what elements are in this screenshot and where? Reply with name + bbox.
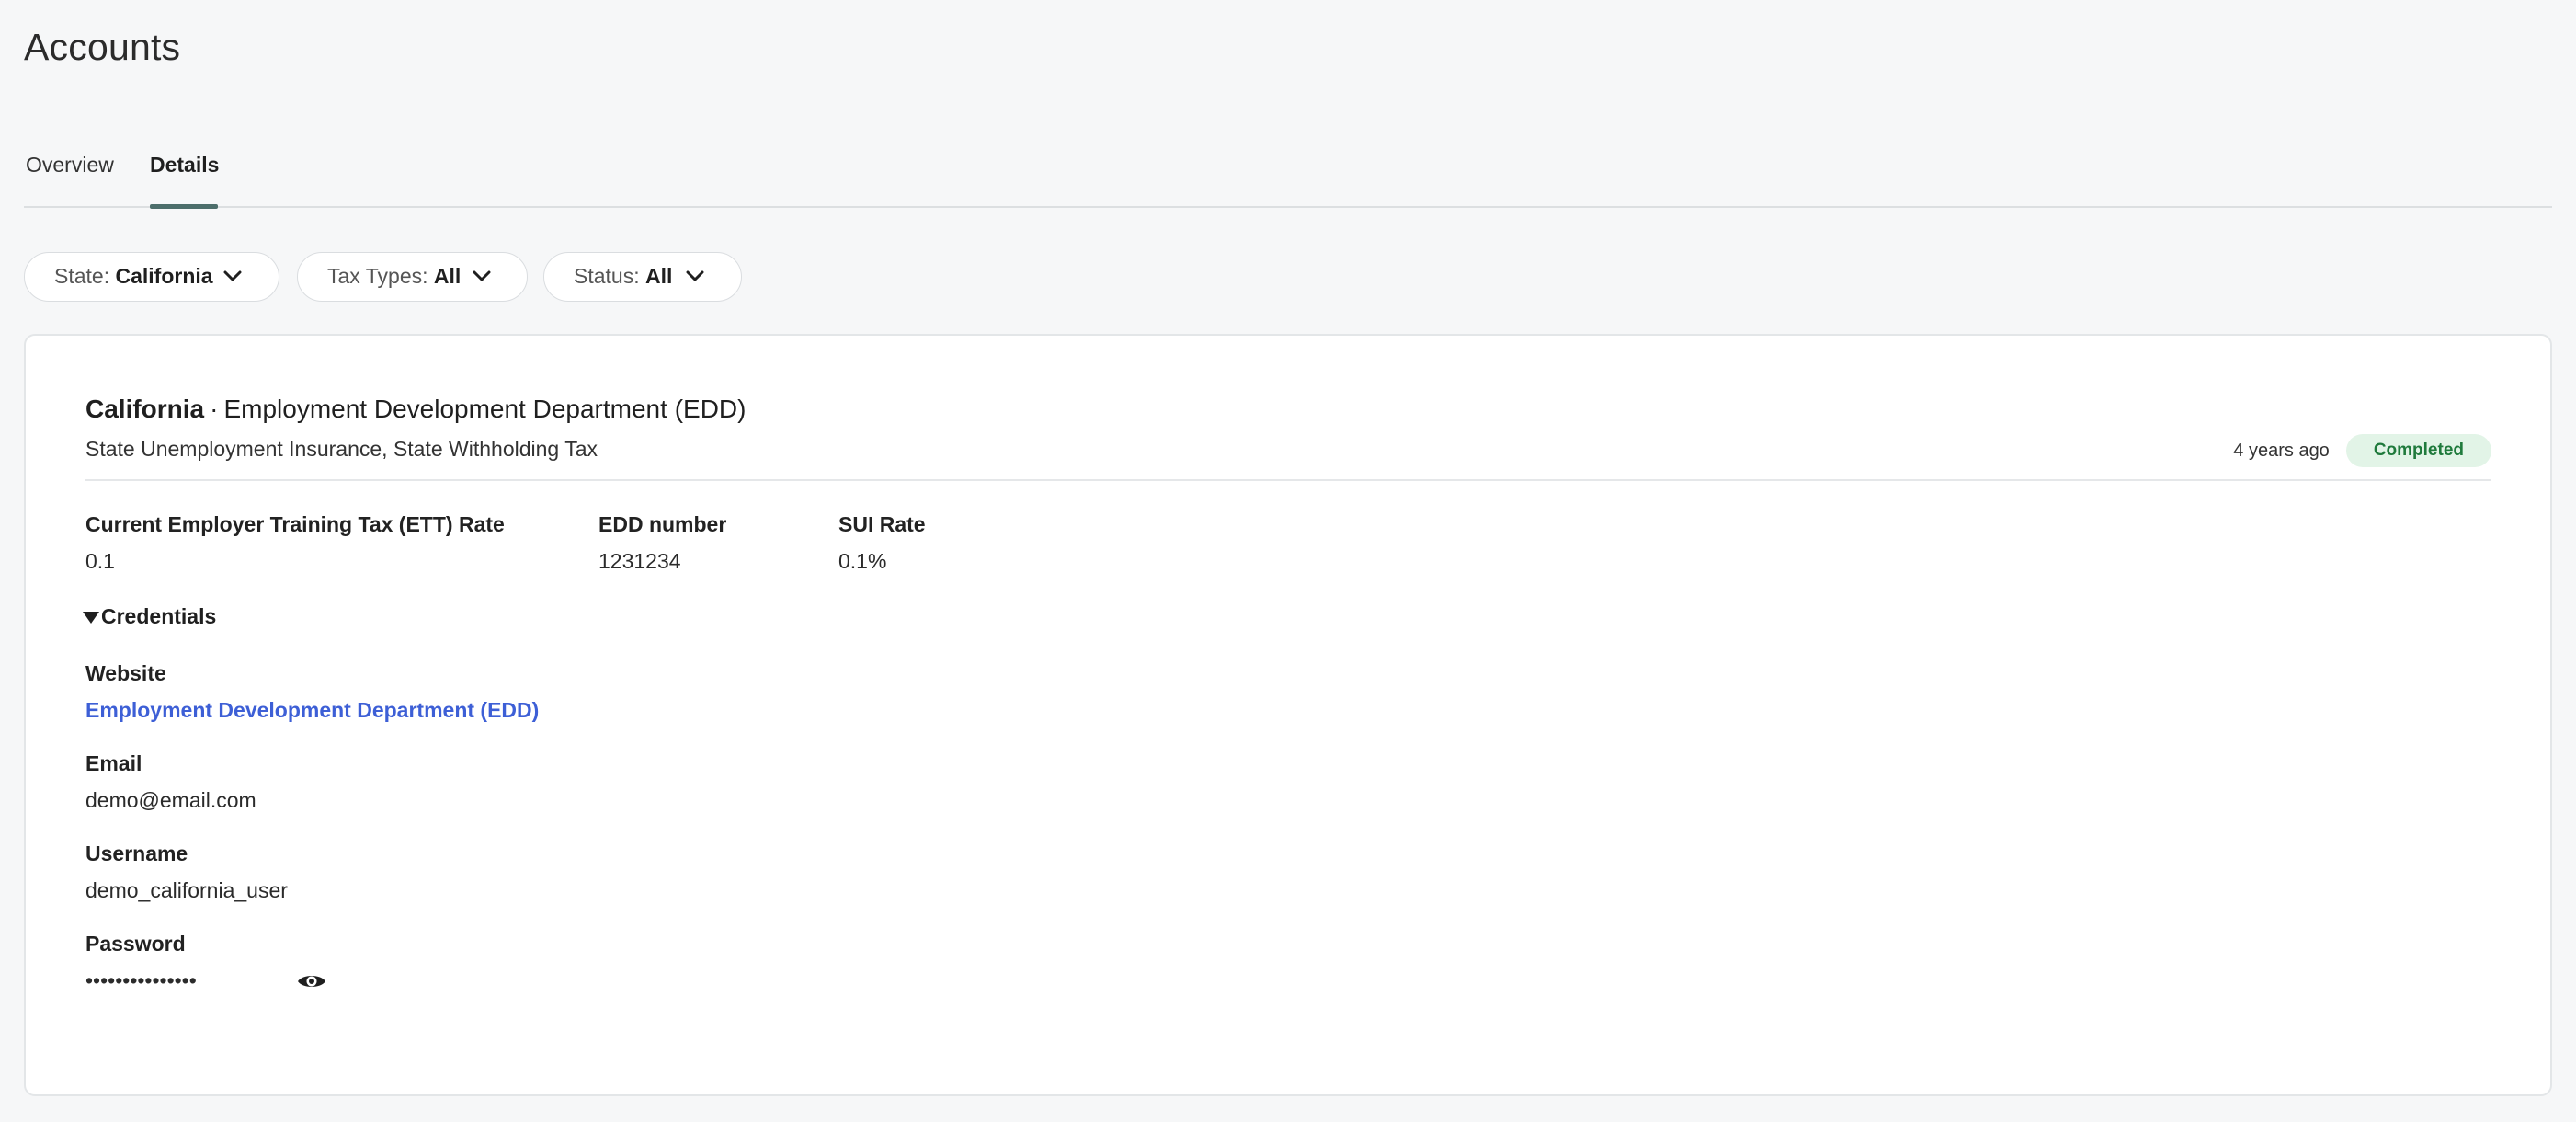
tax-types-filter-dropdown[interactable]: Tax Types: All <box>297 252 528 302</box>
password-field: Password ••••••••••••••• <box>85 932 325 993</box>
tax-types-filter-value: All <box>433 264 462 288</box>
state-filter-dropdown[interactable]: State: California <box>24 252 279 302</box>
password-label: Password <box>85 932 186 956</box>
tab-details[interactable]: Details <box>150 153 219 177</box>
status-badge: Completed <box>2345 434 2491 467</box>
page-title: Accounts <box>24 26 181 68</box>
credentials-toggle[interactable]: Credentials <box>83 604 216 629</box>
edd-number-value: 1231234 <box>598 549 681 573</box>
eye-icon[interactable] <box>297 971 326 991</box>
heading-separator: · <box>210 395 219 423</box>
account-state: California <box>85 395 205 423</box>
ett-rate-value: 0.1 <box>85 549 115 573</box>
tax-types-filter-label: Tax Types: <box>327 264 434 288</box>
email-label: Email <box>85 751 142 775</box>
state-filter-value: California <box>115 264 213 288</box>
email-field: Email demo@email.com <box>85 751 256 813</box>
credentials-toggle-label: Credentials <box>101 604 217 628</box>
status-filter-value: All <box>644 264 673 288</box>
tab-overview[interactable]: Overview <box>26 153 114 177</box>
chevron-down-icon <box>473 270 491 281</box>
username-field: Username demo_california_user <box>85 842 288 903</box>
account-meta: 4 years ago Completed <box>2233 434 2491 467</box>
sui-rate-label: SUI Rate <box>838 512 926 536</box>
caret-down-icon <box>83 612 99 624</box>
account-card: California · Employment Development Depart… <box>24 334 2552 1096</box>
tab-bar: Overview Details <box>24 138 2552 209</box>
website-label: Website <box>85 661 166 685</box>
ett-rate-field: Current Employer Training Tax (ETT) Rate… <box>85 512 505 574</box>
username-label: Username <box>85 842 188 865</box>
edd-number-label: EDD number <box>598 512 727 536</box>
account-tax-types: State Unemployment Insurance, State With… <box>85 437 598 461</box>
state-filter-label: State: <box>54 264 116 288</box>
card-divider <box>85 479 2491 481</box>
account-agency: Employment Development Department (EDD) <box>223 395 747 423</box>
account-heading: California · Employment Development Depart… <box>85 395 746 424</box>
website-link[interactable]: Employment Development Department (EDD) <box>85 698 539 722</box>
website-field: Website Employment Development Departmen… <box>85 661 539 723</box>
status-filter-dropdown[interactable]: Status: All <box>543 252 742 302</box>
password-value: ••••••••••••••• <box>85 968 197 992</box>
password-row: ••••••••••••••• <box>85 968 325 993</box>
email-value: demo@email.com <box>85 788 256 812</box>
chevron-down-icon <box>223 270 242 281</box>
username-value: demo_california_user <box>85 878 288 902</box>
active-tab-indicator <box>150 204 218 209</box>
edd-number-field: EDD number 1231234 <box>598 512 726 574</box>
updated-timestamp: 4 years ago <box>2233 440 2330 461</box>
sui-rate-value: 0.1% <box>838 549 887 573</box>
chevron-down-icon <box>686 270 704 281</box>
sui-rate-field: SUI Rate 0.1% <box>838 512 926 574</box>
status-filter-label: Status: <box>574 264 645 288</box>
ett-rate-label: Current Employer Training Tax (ETT) Rate <box>85 512 505 536</box>
